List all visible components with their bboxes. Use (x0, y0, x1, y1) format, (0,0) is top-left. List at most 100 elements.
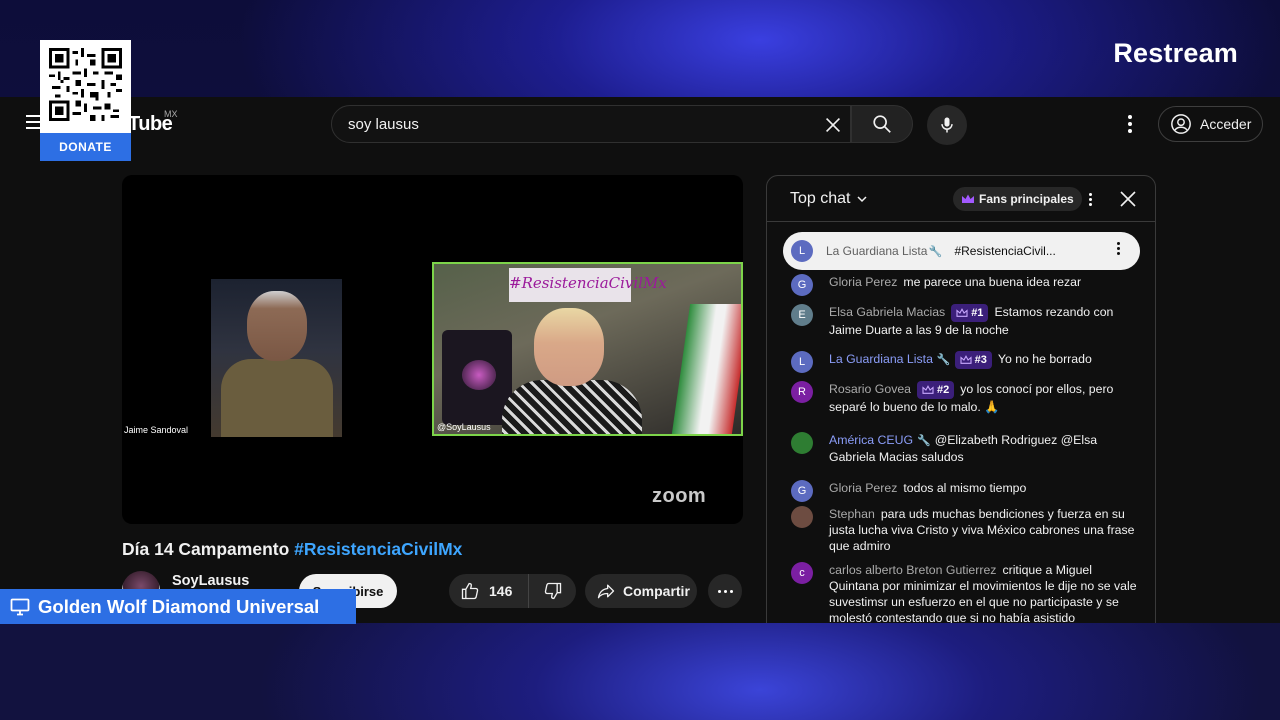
share-label: Compartir (623, 583, 690, 599)
chat-message-body: carlos alberto Breton Gutierrez critique … (829, 562, 1141, 623)
participant-video-left (211, 279, 342, 437)
chat-message[interactable]: E Elsa Gabriela Macias #1 Estamos rezando c… (791, 304, 1141, 338)
banner-text: Golden Wolf Diamond Universal (38, 595, 320, 617)
participant-name-right: @SoyLausus (437, 422, 491, 432)
chat-header: Top chat Fans principales (767, 176, 1155, 222)
participant-name-left: Jaime Sandoval (124, 425, 189, 435)
mic-icon (941, 117, 953, 133)
signin-button[interactable]: Acceder (1158, 106, 1263, 142)
shirt-graphic (442, 330, 512, 425)
channel-name[interactable]: SoyLausus (172, 573, 249, 589)
fan-rank-label: #2 (937, 384, 950, 396)
chat-message[interactable]: América CEUG 🔧 @Elizabeth Rodriguez @Elsa … (791, 432, 1141, 465)
more-actions-button[interactable] (708, 574, 742, 608)
eagle-logo (462, 360, 496, 390)
wrench-icon: 🔧 (936, 354, 951, 366)
search-button[interactable] (851, 105, 913, 143)
signin-label: Acceder (1200, 116, 1252, 132)
chat-message-body: Stephan para uds muchas bendiciones y fue… (829, 506, 1141, 554)
chat-message[interactable]: G Gloria Perez todos al mismo tiempo (791, 480, 1141, 502)
video-player[interactable]: Jaime Sandoval #ResistenciaCivilMx @SoyL… (122, 175, 743, 524)
avatar (791, 432, 813, 454)
fan-rank-label: #1 (971, 307, 984, 319)
search-input[interactable]: soy lausus (331, 105, 851, 143)
zoom-logo: zoom (652, 485, 707, 507)
participant-video-right: #ResistenciaCivilMx @SoyLausus (432, 262, 743, 436)
avatar: G (791, 274, 813, 296)
participant-figure (221, 359, 333, 437)
qr-donate-widget[interactable]: DONATE (40, 40, 131, 161)
chat-message-body: Gloria Perez me parece una buena idea rez… (829, 274, 1141, 290)
account-icon (1171, 114, 1191, 134)
thumbs-down-icon (544, 582, 561, 600)
fan-rank-badge: #3 (954, 351, 992, 369)
qr-code-icon (49, 48, 122, 121)
chat-author: América CEUG (829, 433, 914, 447)
chat-message[interactable]: L La Guardiana Lista 🔧 #3 Yo no he borrado (791, 351, 1141, 373)
fan-rank-label: #3 (974, 354, 987, 366)
avatar: L (791, 240, 813, 262)
lower-third-banner: Golden Wolf Diamond Universal (0, 589, 356, 624)
chat-text: todos al mismo tiempo (903, 481, 1027, 495)
close-icon[interactable] (1118, 189, 1138, 209)
chat-message-body: Gloria Perez todos al mismo tiempo (829, 480, 1141, 496)
country-code: MX (164, 109, 178, 119)
chat-message-body: Rosario Govea #2 yo los conocí por ellos, … (829, 381, 1141, 415)
donate-button[interactable]: DONATE (40, 133, 131, 161)
chat-author: carlos alberto Breton Gutierrez (829, 563, 997, 577)
chat-text: me parece una buena idea rezar (903, 275, 1082, 289)
pinned-author: La Guardiana Lista 🔧 (826, 244, 943, 258)
chat-mode-label: Top chat (790, 190, 851, 207)
chat-message[interactable]: Stephan para uds muchas bendiciones y fue… (791, 506, 1141, 554)
participant-head (247, 291, 307, 361)
chat-author: Rosario Govea (829, 382, 912, 396)
chat-message-body: La Guardiana Lista 🔧 #3 Yo no he borrado (829, 351, 1141, 369)
search-icon (873, 115, 891, 133)
chat-author: Elsa Gabriela Macias (829, 305, 946, 319)
like-button[interactable]: 146 (449, 574, 529, 608)
wrench-icon: 🔧 (917, 435, 931, 447)
wrench-icon: 🔧 (928, 246, 943, 258)
chat-message-body: América CEUG 🔧 @Elizabeth Rodriguez @Elsa … (829, 432, 1141, 465)
participant-figure (502, 380, 642, 434)
video-banner: #ResistenciaCivilMx (509, 268, 667, 302)
top-fans-label: Fans principales (979, 192, 1074, 206)
chat-message[interactable]: R Rosario Govea #2 yo los conocí por ellos,… (791, 381, 1141, 415)
crown-icon (962, 194, 974, 203)
mexico-flag (671, 304, 741, 434)
chat-menu-icon[interactable] (1083, 189, 1097, 209)
chat-message[interactable]: c carlos alberto Breton Gutierrez critique… (791, 562, 1141, 623)
avatar: E (791, 304, 813, 326)
like-dislike-group: 146 (449, 574, 576, 608)
chat-message[interactable]: G Gloria Perez me parece una buena idea re… (791, 274, 1141, 296)
fan-rank-badge: #1 (951, 304, 989, 322)
settings-menu-icon[interactable] (1122, 112, 1138, 136)
monitor-icon (10, 598, 30, 615)
chat-author: La Guardiana Lista (829, 352, 933, 366)
chevron-down-icon (857, 196, 868, 203)
dislike-button[interactable] (529, 574, 576, 608)
share-button[interactable]: Compartir (585, 574, 697, 608)
fan-rank-badge: #2 (917, 381, 955, 399)
avatar: L (791, 351, 813, 373)
pinned-menu-icon[interactable] (1117, 242, 1120, 255)
chat-author: Stephan (829, 507, 875, 521)
top-fans-button[interactable]: Fans principales (953, 187, 1082, 211)
avatar: R (791, 381, 813, 403)
video-title-text: Día 14 Campamento (122, 539, 295, 559)
chat-message-body: Elsa Gabriela Macias #1 Estamos rezando co… (829, 304, 1141, 338)
chat-author: Gloria Perez (829, 275, 898, 289)
thumbs-up-icon (461, 582, 479, 600)
clear-icon[interactable] (822, 114, 844, 136)
video-hashtag[interactable]: #ResistenciaCivilMx (294, 539, 462, 559)
avatar: G (791, 480, 813, 502)
share-icon (597, 584, 615, 599)
chat-mode-dropdown[interactable]: Top chat (790, 190, 868, 208)
live-chat-panel: Top chat Fans principales L La Guardiana… (766, 175, 1156, 623)
restream-logo: Restream (1113, 38, 1238, 68)
chat-author: Gloria Perez (829, 481, 898, 495)
youtube-window: Tube MX soy lausus Acceder Jaime Sandova… (0, 97, 1280, 623)
voice-search-button[interactable] (927, 105, 967, 145)
pinned-message[interactable]: L La Guardiana Lista 🔧 #ResistenciaCivil… (783, 232, 1140, 270)
chat-text: Yo no he borrado (997, 352, 1092, 366)
